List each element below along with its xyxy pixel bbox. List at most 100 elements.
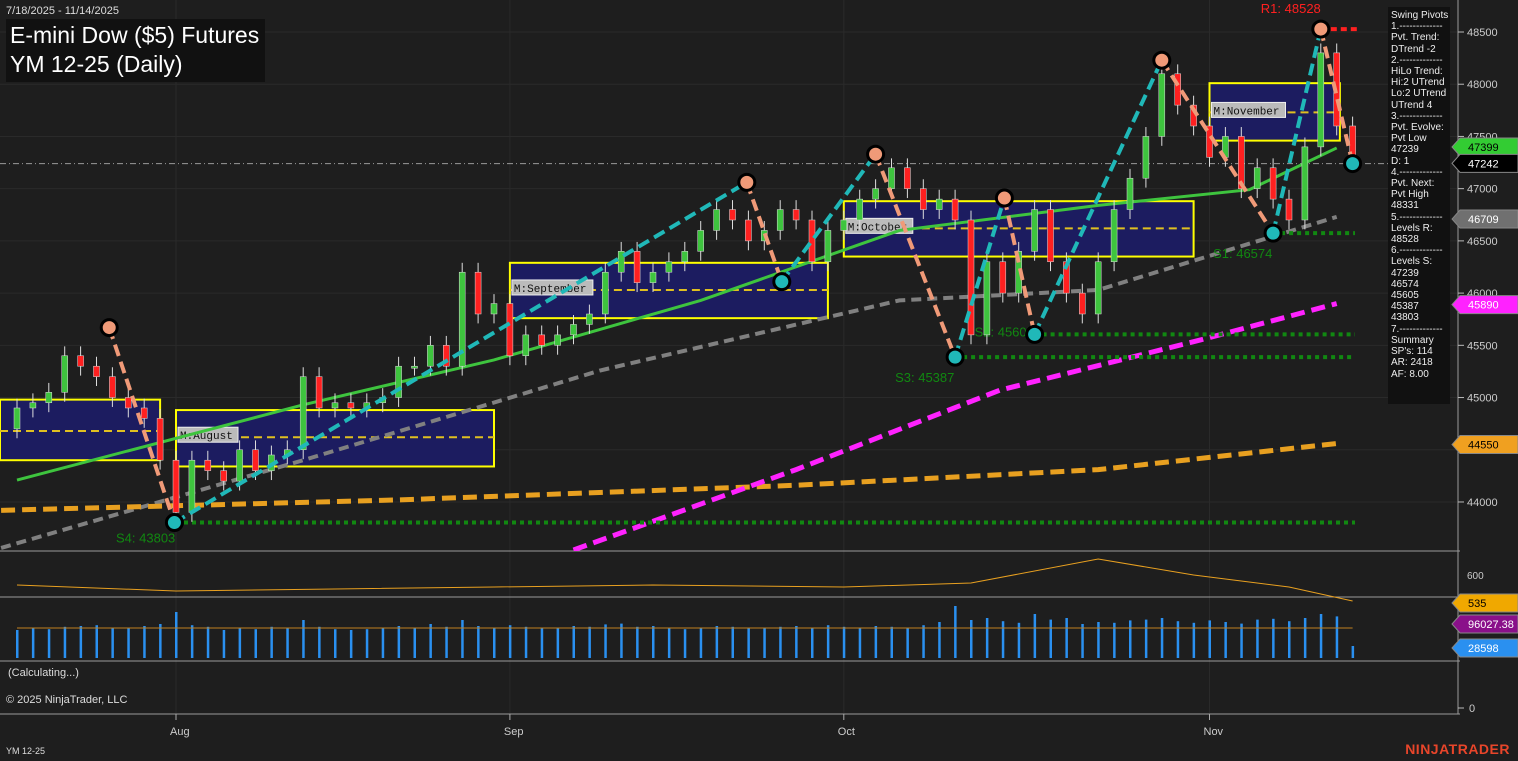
info-line: 7.-------------: [1391, 323, 1443, 335]
candle-body: [697, 230, 704, 252]
info-line: 45605: [1391, 290, 1419, 302]
info-line: Pvt. Evolve:: [1391, 122, 1444, 134]
candle-body: [1269, 167, 1277, 200]
swing-pivot-marker: [99, 318, 119, 338]
volume-bar: [715, 626, 719, 658]
y-tick-label: 47000: [1467, 184, 1498, 196]
price-marker-label: 45890: [1468, 300, 1499, 312]
price-marker-label: 47242: [1468, 158, 1499, 170]
volume-bar: [493, 627, 496, 658]
volume-bar: [667, 627, 671, 658]
candle-body: [1253, 167, 1261, 189]
info-line: Levels R:: [1391, 222, 1433, 234]
volume-bar: [175, 612, 178, 658]
instrument-contract: YM 12-25 (Daily): [10, 51, 183, 77]
volume-bar: [556, 627, 560, 658]
candle: [1094, 252, 1102, 324]
info-line: DTrend -2: [1391, 43, 1436, 55]
candle-body: [951, 198, 959, 221]
volume-bar: [508, 625, 512, 658]
level-label: S4: 43803: [116, 531, 175, 546]
volume-bar: [1081, 624, 1084, 658]
volume-bar: [874, 626, 878, 658]
candle-body: [665, 261, 673, 273]
candle-body: [299, 376, 307, 451]
volume-bar: [636, 626, 639, 658]
chart-title: E-mini Dow ($5) Futures YM 12-25 (Daily): [6, 19, 266, 82]
candle-body: [45, 392, 53, 404]
candle-body: [792, 209, 800, 221]
info-line: 46574: [1391, 278, 1419, 290]
y-tick-label: 48500: [1467, 27, 1498, 39]
x-tick-label: Nov: [1204, 726, 1224, 738]
swing-pivot-marker: [1263, 223, 1283, 243]
candle-body: [109, 376, 116, 398]
info-line: 3.-------------: [1391, 110, 1443, 122]
monthly-box: [0, 398, 162, 462]
candle: [172, 450, 180, 522]
candle-body: [204, 459, 212, 471]
candle: [458, 262, 466, 376]
candle-body: [872, 188, 879, 200]
volume-bar: [1240, 623, 1243, 658]
candle-body: [1047, 209, 1054, 263]
volume-bar: [381, 628, 385, 658]
candle-body: [172, 459, 180, 513]
volume-bar: [254, 629, 257, 658]
info-line: Swing Pivots: [1391, 10, 1449, 21]
volume-bar: [524, 626, 528, 658]
info-line: Hi:2 UTrend: [1391, 77, 1445, 89]
volume-bar: [858, 628, 862, 658]
candle: [1317, 43, 1325, 157]
info-line: HiLo Trend:: [1391, 66, 1443, 78]
candle-body: [713, 209, 720, 231]
volume-bar: [731, 626, 734, 658]
volume-bar: [763, 628, 766, 658]
y-tick-label: 48000: [1467, 79, 1498, 91]
volume-bar: [397, 626, 401, 658]
volume-bar: [206, 626, 210, 658]
price-marker-label: 28598: [1468, 643, 1499, 655]
volume-bar: [572, 626, 575, 658]
volume-bar: [190, 625, 194, 658]
swing-pivot-marker: [1343, 154, 1363, 174]
candle-body: [538, 334, 545, 346]
candle-body: [125, 397, 132, 409]
info-line: 48331: [1391, 200, 1419, 212]
volume-bar: [1208, 620, 1211, 658]
info-line: AF: 8.00: [1391, 368, 1429, 380]
info-line: 2.-------------: [1391, 54, 1443, 66]
candle-body: [586, 313, 593, 325]
volume-bar: [1065, 618, 1068, 658]
level-label: S3: 45387: [895, 370, 954, 385]
price-chart[interactable]: M:August M:September M:October M:November S4…: [0, 0, 1518, 761]
volume-bar: [159, 624, 162, 658]
volume-bar: [302, 620, 305, 658]
candle-body: [188, 459, 196, 513]
volume-bar: [1303, 618, 1307, 658]
price-marker: 47242: [1451, 153, 1518, 173]
price-marker: 44550: [1451, 435, 1518, 455]
swing-pivots-panel: Swing Pivots 1.------------- Pvt. Trend: DT…: [1388, 7, 1450, 404]
volume-bar: [604, 624, 607, 658]
volume-bar: [16, 630, 19, 658]
candle-body: [140, 407, 148, 419]
indicator-marker: 535: [1451, 593, 1518, 613]
info-line: 5.-------------: [1391, 211, 1443, 223]
candle-body: [745, 219, 752, 242]
volume-bar: [588, 626, 591, 658]
volume-bar: [779, 626, 782, 658]
volume-bar: [795, 626, 798, 658]
volume-bar: [620, 623, 623, 658]
x-tick-label: Aug: [170, 726, 190, 738]
volume-bar: [461, 620, 464, 658]
y-tick-label: 45000: [1467, 393, 1498, 405]
candle-body: [427, 345, 434, 367]
candle-body: [77, 355, 84, 367]
volume-bar: [334, 629, 337, 658]
date-range: 7/18/2025 - 11/14/2025: [6, 5, 119, 17]
candle: [506, 294, 514, 366]
volume-bar: [938, 622, 941, 658]
candle-body: [904, 167, 911, 189]
swing-pivot-marker: [1025, 324, 1045, 344]
